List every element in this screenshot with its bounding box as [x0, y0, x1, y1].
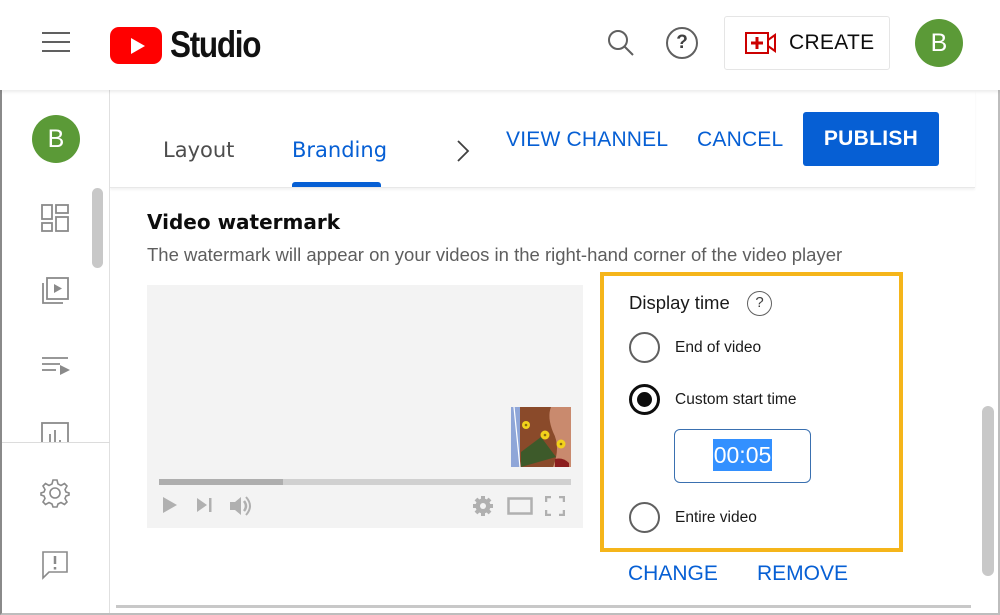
next-icon[interactable]	[196, 495, 214, 520]
radio-end-of-video[interactable]: End of video	[629, 332, 761, 363]
radio-entire-video[interactable]: Entire video	[629, 502, 757, 533]
horizontal-scrollbar[interactable]	[116, 605, 971, 608]
logo-text: Studio	[170, 24, 261, 65]
search-icon[interactable]	[606, 28, 636, 58]
change-button[interactable]: CHANGE	[628, 562, 718, 586]
youtube-play-icon	[110, 26, 162, 64]
radio-custom-start-time[interactable]: Custom start time	[629, 384, 796, 415]
remove-button[interactable]: REMOVE	[757, 562, 848, 586]
section-title: Video watermark	[147, 210, 341, 234]
studio-logo[interactable]: Studio	[110, 24, 276, 66]
watermark-image[interactable]	[511, 407, 571, 467]
chevron-right-icon[interactable]	[455, 139, 471, 163]
sidebar: B	[2, 90, 110, 613]
view-channel-button[interactable]: VIEW CHANNEL	[506, 128, 668, 152]
feedback-icon[interactable]	[40, 550, 70, 580]
fullscreen-icon[interactable]	[544, 495, 566, 521]
radio-label: Custom start time	[675, 390, 797, 408]
help-icon[interactable]: ?	[666, 27, 698, 59]
cancel-button[interactable]: CANCEL	[697, 128, 783, 152]
main-content: Layout Branding VIEW CHANNEL CANCEL PUBL…	[110, 90, 998, 613]
tab-branding[interactable]: Branding	[292, 138, 387, 162]
sidebar-divider	[2, 442, 110, 443]
playlist-icon[interactable]	[40, 352, 70, 382]
display-time-title: Display time	[629, 292, 730, 313]
channel-avatar[interactable]: B	[32, 115, 80, 163]
tab-layout[interactable]: Layout	[163, 138, 234, 162]
analytics-icon[interactable]	[40, 420, 70, 442]
start-time-input[interactable]: 00:05	[674, 429, 811, 483]
start-time-value: 00:05	[712, 439, 773, 471]
radio-label: Entire video	[675, 508, 757, 526]
play-icon[interactable]	[161, 495, 179, 520]
volume-icon[interactable]	[229, 495, 253, 522]
main-scrollbar[interactable]	[982, 406, 994, 576]
radio-button-selected[interactable]	[629, 384, 660, 415]
gear-icon[interactable]	[40, 478, 70, 508]
sidebar-scrollbar[interactable]	[92, 188, 103, 268]
section-description: The watermark will appear on your videos…	[147, 244, 843, 265]
progress-bar[interactable]	[159, 479, 571, 485]
radio-button[interactable]	[629, 502, 660, 533]
hamburger-menu-icon[interactable]	[42, 32, 70, 52]
progress-fill	[159, 479, 283, 485]
theater-mode-icon[interactable]	[507, 497, 533, 520]
create-label: CREATE	[789, 31, 875, 54]
account-avatar[interactable]: B	[915, 19, 963, 67]
display-time-help-icon[interactable]: ?	[747, 291, 772, 316]
video-library-icon[interactable]	[40, 276, 70, 306]
video-player-preview	[147, 285, 583, 528]
radio-button[interactable]	[629, 332, 660, 363]
publish-button[interactable]: PUBLISH	[803, 112, 939, 166]
settings-icon[interactable]	[472, 495, 494, 522]
top-bar: Studio ? CREATE B	[0, 0, 1000, 90]
tab-bar: Layout Branding VIEW CHANNEL CANCEL PUBL…	[110, 90, 975, 188]
dashboard-icon[interactable]	[40, 203, 70, 233]
video-camera-plus-icon	[745, 32, 776, 54]
create-button[interactable]: CREATE	[724, 16, 890, 70]
radio-label: End of video	[675, 338, 762, 356]
display-time-panel: Display time ? End of video Custom start…	[600, 272, 903, 552]
active-tab-indicator	[292, 182, 381, 187]
